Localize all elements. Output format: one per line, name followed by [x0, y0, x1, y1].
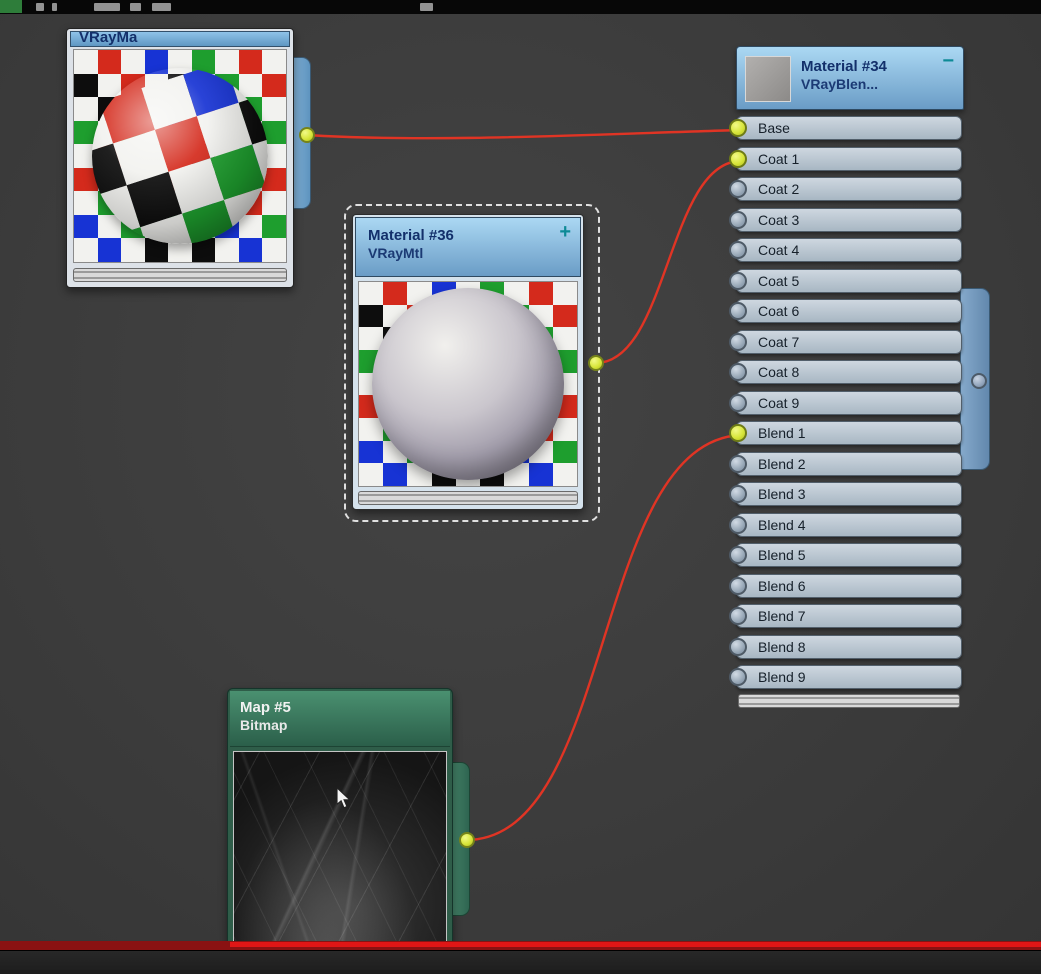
input-connector[interactable] — [729, 668, 747, 686]
app-logo — [0, 0, 22, 13]
input-connector[interactable] — [729, 210, 747, 229]
input-connector[interactable] — [729, 271, 747, 290]
slot-coat-6[interactable]: Coat 6 — [729, 299, 962, 323]
slot-label: Blend 5 — [758, 547, 806, 563]
slot-blend-4[interactable]: Blend 4 — [729, 512, 962, 537]
input-connector[interactable] — [729, 119, 747, 137]
wire-coat1[interactable] — [595, 159, 742, 365]
wire-base[interactable] — [306, 128, 742, 140]
cropped-text-fragment — [94, 3, 120, 11]
slot-label: Coat 9 — [758, 394, 800, 411]
input-connector[interactable] — [729, 241, 747, 259]
top-menu-bar — [0, 0, 1041, 14]
material-editor-canvas[interactable]: VRayMa Material #36 VRayMtl + Material #… — [0, 0, 1041, 974]
material-preview[interactable] — [73, 49, 287, 263]
node-header[interactable]: Map #5 Bitmap — [230, 691, 450, 747]
slot-blend-2[interactable]: Blend 2 — [729, 451, 962, 476]
input-connector[interactable] — [729, 424, 747, 442]
node-material-34[interactable]: Material #34 VRayBlen... − Base Coat 1 C… — [729, 46, 990, 714]
input-slot-list: Base Coat 1 Coat 2 Coat 3 Coat 4 Coat 5 … — [729, 116, 962, 696]
node-header[interactable]: Material #34 VRayBlen... − — [736, 46, 964, 110]
slot-label: Coat 4 — [758, 242, 800, 258]
material-thumbnail — [745, 56, 791, 102]
output-connector-material36[interactable] — [588, 355, 604, 371]
cropped-text-fragment — [420, 3, 433, 11]
selection-outline — [344, 204, 600, 522]
input-connector[interactable] — [729, 302, 747, 320]
slot-label: Blend 9 — [758, 669, 806, 685]
slot-label: Coat 1 — [758, 150, 800, 167]
input-connector[interactable] — [729, 454, 747, 473]
node-subtitle: Bitmap — [240, 717, 288, 733]
cropped-text-fragment — [52, 3, 57, 11]
node-title: Map #5 — [240, 699, 291, 716]
node-material-36[interactable]: Material #36 VRayMtl + — [344, 204, 600, 522]
output-connector-map5[interactable] — [459, 832, 475, 848]
material-sphere — [92, 68, 268, 244]
node-header[interactable]: VRayMa — [70, 31, 290, 47]
slot-base[interactable]: Base — [729, 116, 962, 140]
node-subtitle: VRayBlen... — [801, 76, 879, 92]
input-connector[interactable] — [729, 637, 747, 656]
slot-coat-5[interactable]: Coat 5 — [729, 268, 962, 293]
input-connector[interactable] — [729, 485, 747, 503]
slot-label: Blend 1 — [758, 425, 806, 441]
slot-blend-6[interactable]: Blend 6 — [729, 573, 962, 598]
output-connector-vraymtl[interactable] — [299, 127, 315, 143]
slot-label: Blend 8 — [758, 638, 806, 655]
input-connector[interactable] — [729, 332, 747, 351]
slot-label: Blend 4 — [758, 516, 806, 533]
input-connector[interactable] — [729, 149, 747, 168]
slot-label: Coat 2 — [758, 181, 800, 197]
cropped-text-fragment — [130, 3, 141, 11]
slot-blend-7[interactable]: Blend 7 — [729, 604, 962, 628]
slot-coat-4[interactable]: Coat 4 — [729, 238, 962, 262]
slot-coat-8[interactable]: Coat 8 — [729, 360, 962, 384]
view-boundary-bar — [0, 941, 1041, 950]
slot-label: Coat 8 — [758, 364, 800, 380]
output-connector-material34[interactable] — [971, 373, 987, 389]
slot-label: Blend 3 — [758, 486, 806, 502]
node-map-5[interactable]: Map #5 Bitmap — [227, 688, 470, 974]
input-connector[interactable] — [729, 576, 747, 595]
slot-coat-1[interactable]: Coat 1 — [729, 146, 962, 171]
slot-blend-9[interactable]: Blend 9 — [729, 665, 962, 689]
node-body[interactable]: Map #5 Bitmap — [227, 688, 453, 974]
slot-label: Coat 6 — [758, 303, 800, 319]
node-title: VRayMa — [79, 31, 138, 46]
slot-label: Base — [758, 120, 790, 136]
collapse-icon[interactable]: − — [942, 50, 954, 73]
view-boundary-highlight — [230, 942, 1041, 947]
slot-coat-7[interactable]: Coat 7 — [729, 329, 962, 354]
slot-coat-2[interactable]: Coat 2 — [729, 177, 962, 201]
node-footer-grip[interactable] — [738, 694, 960, 708]
slot-blend-8[interactable]: Blend 8 — [729, 634, 962, 659]
slot-blend-1[interactable]: Blend 1 — [729, 421, 962, 445]
slot-coat-3[interactable]: Coat 3 — [729, 207, 962, 232]
input-connector[interactable] — [729, 607, 747, 625]
input-connector[interactable] — [729, 180, 747, 198]
slot-label: Coat 7 — [758, 333, 800, 350]
input-connector[interactable] — [729, 363, 747, 381]
slot-coat-9[interactable]: Coat 9 — [729, 390, 962, 415]
node-body[interactable]: VRayMa — [66, 28, 294, 288]
node-vraymtl[interactable]: VRayMa — [66, 28, 311, 288]
input-connector[interactable] — [729, 393, 747, 412]
slot-blend-3[interactable]: Blend 3 — [729, 482, 962, 506]
slot-label: Coat 5 — [758, 272, 800, 289]
slot-label: Blend 7 — [758, 608, 806, 624]
bitmap-preview[interactable] — [233, 751, 447, 971]
cropped-text-fragment — [152, 3, 171, 11]
status-bar — [0, 950, 1041, 974]
slot-blend-5[interactable]: Blend 5 — [729, 543, 962, 567]
node-footer-grip[interactable] — [73, 268, 287, 282]
slot-label: Blend 6 — [758, 577, 806, 594]
input-connector[interactable] — [729, 515, 747, 534]
mouse-cursor — [337, 788, 351, 809]
slot-label: Coat 3 — [758, 211, 800, 228]
node-title: Material #34 — [801, 58, 887, 75]
slot-label: Blend 2 — [758, 455, 806, 472]
input-connector[interactable] — [729, 546, 747, 564]
cropped-text-fragment — [36, 3, 44, 11]
